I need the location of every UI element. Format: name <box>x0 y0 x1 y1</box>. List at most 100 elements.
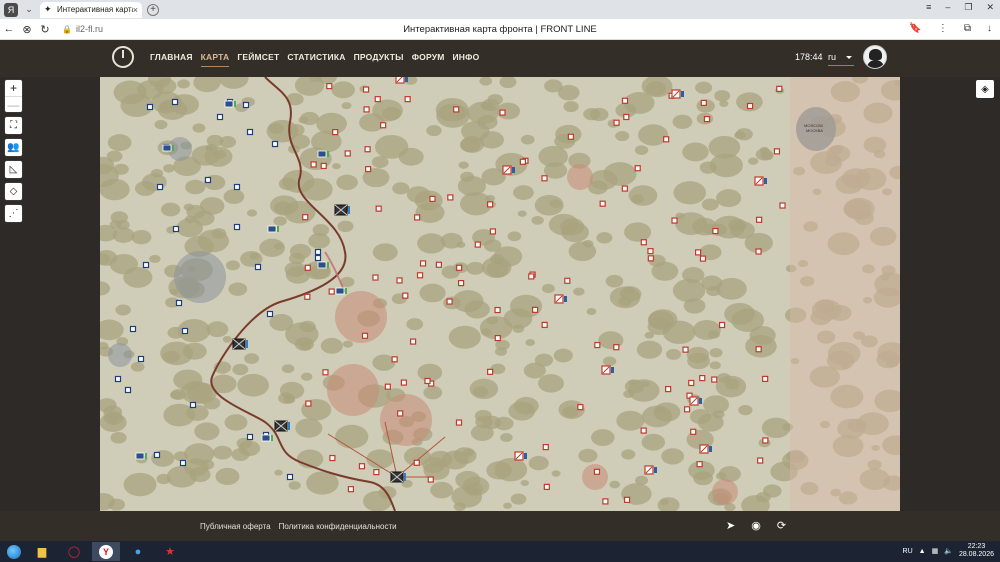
objective-marker[interactable] <box>304 293 311 300</box>
discord-icon[interactable]: ◉ <box>751 519 761 532</box>
objective-marker[interactable] <box>344 150 351 157</box>
objective-marker[interactable] <box>623 496 631 503</box>
minimize-icon[interactable]: – <box>945 2 950 13</box>
objective-marker[interactable] <box>663 136 670 143</box>
friendly-marker[interactable] <box>129 325 137 333</box>
browser-tab-active[interactable]: ✦ Интерактивная карта × <box>40 1 142 18</box>
objective-marker[interactable] <box>322 369 329 376</box>
telegram-icon[interactable]: ➤ <box>726 519 735 532</box>
eraser-icon[interactable]: ◇ <box>5 183 22 200</box>
objective-marker[interactable] <box>429 195 436 202</box>
user-avatar[interactable] <box>863 45 887 69</box>
objective-marker[interactable] <box>623 113 630 121</box>
explorer-icon[interactable]: ▆ <box>28 542 56 561</box>
public-offer-link[interactable]: Публичная оферта <box>200 522 271 531</box>
nav-item-stats[interactable]: СТАТИСТИКА <box>287 52 345 67</box>
objective-marker[interactable] <box>593 468 601 475</box>
objective-marker[interactable] <box>541 175 548 182</box>
objective-marker[interactable] <box>762 437 769 444</box>
objective-marker[interactable] <box>541 321 548 329</box>
objective-marker[interactable] <box>332 129 339 136</box>
objective-marker[interactable] <box>358 463 366 470</box>
objective-marker[interactable] <box>762 375 769 383</box>
objective-marker[interactable] <box>427 476 434 483</box>
objective-marker[interactable] <box>347 486 355 493</box>
objective-marker[interactable] <box>647 255 654 262</box>
zoom-in-button[interactable]: + <box>5 80 22 96</box>
friendly-marker[interactable] <box>233 183 241 191</box>
vehicle-marker[interactable] <box>267 225 277 233</box>
objective-marker[interactable] <box>688 379 695 387</box>
objective-marker[interactable] <box>305 400 312 407</box>
objective-marker[interactable] <box>304 264 311 271</box>
friendly-marker[interactable] <box>314 248 322 256</box>
objective-marker[interactable] <box>326 83 333 90</box>
objective-marker[interactable] <box>380 122 387 129</box>
ruler-icon[interactable]: ◺ <box>5 161 22 178</box>
objective-marker[interactable] <box>567 133 574 140</box>
vehicle-marker[interactable] <box>335 287 345 295</box>
zoom-out-button[interactable]: — <box>5 96 22 112</box>
friendly-marker[interactable] <box>189 401 197 409</box>
friendly-marker[interactable] <box>246 128 254 136</box>
objective-marker[interactable] <box>374 96 381 103</box>
objective-marker[interactable] <box>365 166 372 173</box>
friendly-marker[interactable] <box>124 386 132 394</box>
objective-marker[interactable] <box>577 404 584 411</box>
download-icon[interactable]: ↓ <box>987 23 992 34</box>
objective-marker[interactable] <box>699 375 706 382</box>
objective-marker[interactable] <box>362 86 370 93</box>
objective-marker[interactable] <box>695 249 702 256</box>
vehicle-marker[interactable] <box>317 261 327 269</box>
friendly-marker[interactable] <box>146 103 154 111</box>
objective-marker[interactable] <box>310 161 317 168</box>
objective-marker[interactable] <box>599 200 606 207</box>
friendly-marker[interactable] <box>179 459 187 467</box>
objective-marker[interactable] <box>712 227 719 235</box>
objective-marker[interactable] <box>446 298 453 305</box>
objective-marker[interactable] <box>755 248 762 255</box>
privacy-policy-link[interactable]: Политика конфиденциальности <box>279 522 397 531</box>
objective-marker[interactable] <box>621 97 629 104</box>
objective-marker[interactable] <box>528 273 535 280</box>
objective-marker[interactable] <box>489 228 497 235</box>
friendly-marker[interactable] <box>254 263 262 271</box>
objective-marker[interactable] <box>364 146 371 153</box>
objective-marker[interactable] <box>375 205 382 212</box>
objective-marker[interactable] <box>414 214 421 221</box>
friendly-marker[interactable] <box>314 254 322 262</box>
objective-marker[interactable] <box>499 109 506 116</box>
objective-marker[interactable] <box>613 344 620 351</box>
friendly-marker[interactable] <box>142 261 150 269</box>
bookmark-icon[interactable]: 🔖 <box>909 23 921 34</box>
objective-marker[interactable] <box>755 346 762 353</box>
yandex-browser-icon[interactable]: Y <box>92 542 120 561</box>
objective-marker[interactable] <box>487 368 494 375</box>
objective-marker[interactable] <box>424 377 431 385</box>
browser-menu-icon[interactable]: Я <box>4 2 18 17</box>
map-icon[interactable]: ⛶ <box>5 117 22 134</box>
nav-item-forum[interactable]: ФОРУМ <box>412 52 445 67</box>
objective-marker[interactable] <box>402 292 409 299</box>
objective-marker[interactable] <box>519 158 526 165</box>
objective-marker[interactable] <box>494 335 501 342</box>
objective-marker[interactable] <box>703 115 711 123</box>
friendly-marker[interactable] <box>216 113 224 121</box>
friendly-marker[interactable] <box>266 310 274 318</box>
objective-marker[interactable] <box>404 96 411 103</box>
objective-marker[interactable] <box>328 288 335 295</box>
objective-marker[interactable] <box>435 261 442 268</box>
objective-marker[interactable] <box>683 406 691 413</box>
objective-marker[interactable] <box>447 194 454 201</box>
friendly-marker[interactable] <box>271 140 279 148</box>
objective-marker[interactable] <box>320 162 327 170</box>
objective-marker[interactable] <box>711 376 718 383</box>
new-tab-button[interactable]: + <box>147 3 159 16</box>
tabs-dropdown-icon[interactable]: ⌄ <box>22 4 36 15</box>
objective-marker[interactable] <box>373 469 380 476</box>
objective-marker[interactable] <box>779 202 786 209</box>
vehicle-marker[interactable] <box>135 452 145 460</box>
friendly-marker[interactable] <box>156 183 164 191</box>
objective-marker[interactable] <box>634 165 641 172</box>
objective-marker[interactable] <box>487 201 494 208</box>
